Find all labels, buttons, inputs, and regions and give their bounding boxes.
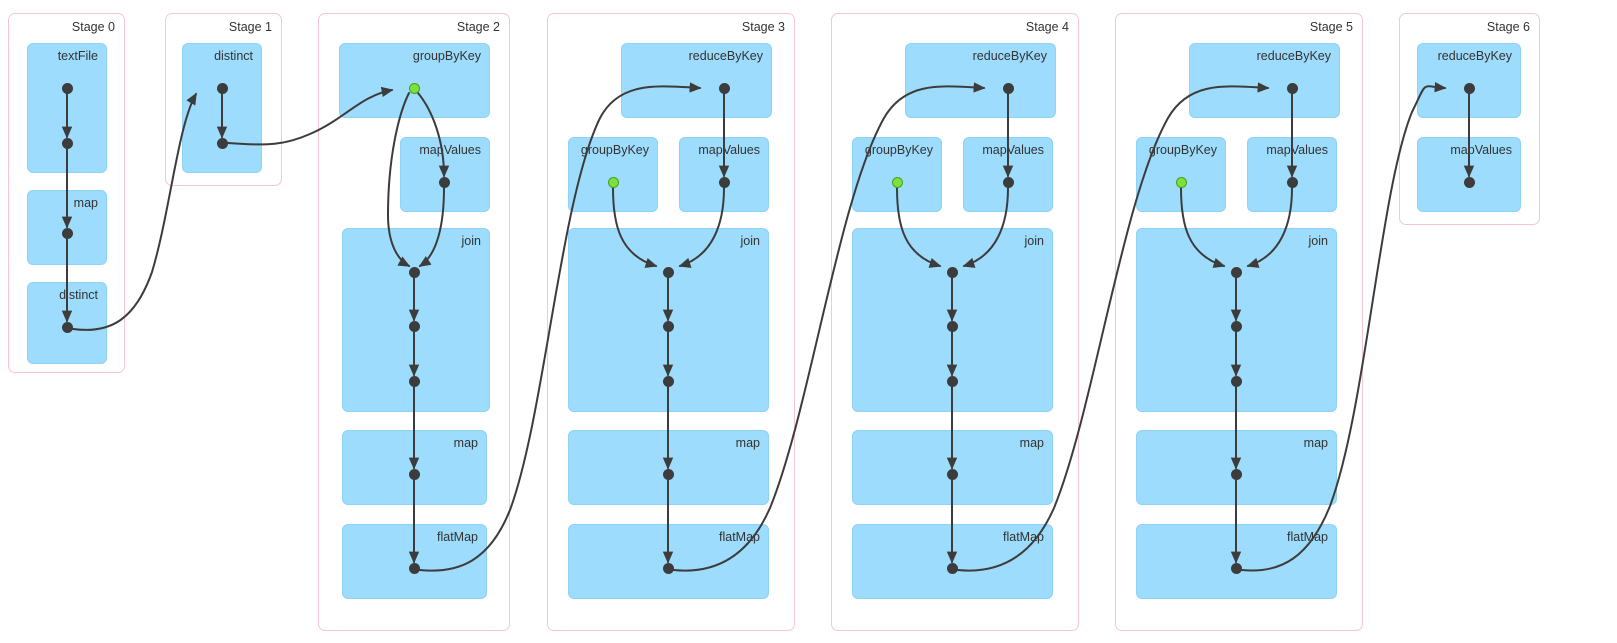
rdd-operation-label: map (73, 196, 98, 210)
rdd-operation-label: groupByKey (412, 49, 481, 63)
rdd-operation-label: distinct (214, 49, 253, 63)
rdd-operation-map[interactable]: map (568, 430, 769, 505)
rdd-node[interactable] (1230, 266, 1242, 278)
rdd-operation-label: distinct (59, 288, 98, 302)
rdd-operation-label: reduceByKey (1437, 49, 1512, 63)
rdd-node[interactable] (946, 320, 958, 332)
rdd-node[interactable] (216, 137, 228, 149)
rdd-operation-label: flatMap (1287, 530, 1328, 544)
rdd-node[interactable] (408, 468, 420, 480)
rdd-operation-label: mapValues (698, 143, 760, 157)
stage-label: Stage 3 (741, 20, 785, 34)
rdd-node[interactable] (438, 176, 450, 188)
rdd-operation-reducebykey[interactable]: reduceByKey (621, 43, 772, 118)
rdd-node[interactable] (1002, 176, 1014, 188)
rdd-operation-label: mapValues (419, 143, 481, 157)
rdd-operation-label: join (740, 234, 760, 248)
rdd-node[interactable] (662, 468, 674, 480)
rdd-node[interactable] (946, 562, 958, 574)
rdd-operation-map[interactable]: map (852, 430, 1053, 505)
rdd-operation-label: reduceByKey (972, 49, 1047, 63)
rdd-node[interactable] (1463, 82, 1475, 94)
rdd-node[interactable] (718, 176, 730, 188)
rdd-node[interactable] (1286, 82, 1298, 94)
rdd-node[interactable] (946, 375, 958, 387)
rdd-operation-reducebykey[interactable]: reduceByKey (1189, 43, 1340, 118)
rdd-operation-label: mapValues (1266, 143, 1328, 157)
stage-label: Stage 2 (456, 20, 500, 34)
rdd-operation-label: groupByKey (1148, 143, 1217, 157)
rdd-operation-mapvalues[interactable]: mapValues (1417, 137, 1521, 212)
rdd-node[interactable] (1463, 176, 1475, 188)
rdd-operation-label: map (453, 436, 478, 450)
rdd-operation-label: map (1303, 436, 1328, 450)
rdd-operation-reducebykey[interactable]: reduceByKey (1417, 43, 1521, 118)
cached-rdd-node[interactable] (607, 176, 619, 188)
rdd-operation-label: mapValues (982, 143, 1044, 157)
rdd-operation-flatmap[interactable]: flatMap (568, 524, 769, 599)
rdd-operation-label: reduceByKey (1256, 49, 1331, 63)
rdd-operation-mapvalues[interactable]: mapValues (963, 137, 1053, 212)
cached-rdd-node[interactable] (1175, 176, 1187, 188)
rdd-node[interactable] (1286, 176, 1298, 188)
rdd-operation-groupbykey[interactable]: groupByKey (1136, 137, 1226, 212)
rdd-node[interactable] (1002, 82, 1014, 94)
rdd-node[interactable] (662, 320, 674, 332)
rdd-operation-mapvalues[interactable]: mapValues (679, 137, 769, 212)
rdd-operation-label: textFile (57, 49, 98, 63)
rdd-operation-distinct[interactable]: distinct (182, 43, 262, 173)
rdd-operation-flatmap[interactable]: flatMap (342, 524, 487, 599)
rdd-operation-groupbykey[interactable]: groupByKey (568, 137, 658, 212)
rdd-operation-reducebykey[interactable]: reduceByKey (905, 43, 1056, 118)
rdd-node[interactable] (61, 227, 73, 239)
cached-rdd-node[interactable] (408, 82, 420, 94)
rdd-operation-label: join (461, 234, 481, 248)
rdd-node[interactable] (408, 562, 420, 574)
rdd-operation-map[interactable]: map (342, 430, 487, 505)
rdd-node[interactable] (61, 82, 73, 94)
rdd-operation-flatmap[interactable]: flatMap (852, 524, 1053, 599)
rdd-node[interactable] (1230, 562, 1242, 574)
rdd-operation-label: flatMap (437, 530, 478, 544)
rdd-operation-mapvalues[interactable]: mapValues (400, 137, 490, 212)
rdd-node[interactable] (61, 321, 73, 333)
rdd-node[interactable] (216, 82, 228, 94)
rdd-operation-flatmap[interactable]: flatMap (1136, 524, 1337, 599)
rdd-node[interactable] (718, 82, 730, 94)
rdd-node[interactable] (662, 266, 674, 278)
rdd-operation-label: flatMap (719, 530, 760, 544)
rdd-node[interactable] (946, 468, 958, 480)
cached-rdd-node[interactable] (891, 176, 903, 188)
rdd-operation-map[interactable]: map (1136, 430, 1337, 505)
stage-label: Stage 1 (228, 20, 272, 34)
rdd-operation-label: join (1024, 234, 1044, 248)
stage-label: Stage 5 (1309, 20, 1353, 34)
rdd-operation-textfile[interactable]: textFile (27, 43, 107, 173)
rdd-operation-label: map (735, 436, 760, 450)
rdd-operation-groupbykey[interactable]: groupByKey (339, 43, 490, 118)
dag-visualization-canvas: Stage 0 textFile map distinct Stage 1 distinc… (0, 0, 1617, 643)
rdd-node[interactable] (408, 320, 420, 332)
rdd-operation-label: join (1308, 234, 1328, 248)
stage-label: Stage 4 (1025, 20, 1069, 34)
rdd-node[interactable] (662, 375, 674, 387)
rdd-node[interactable] (408, 375, 420, 387)
rdd-node[interactable] (946, 266, 958, 278)
stage-label: Stage 6 (1486, 20, 1530, 34)
rdd-node[interactable] (408, 266, 420, 278)
stage-label: Stage 0 (71, 20, 115, 34)
rdd-node[interactable] (1230, 468, 1242, 480)
rdd-operation-mapvalues[interactable]: mapValues (1247, 137, 1337, 212)
rdd-node[interactable] (1230, 375, 1242, 387)
rdd-node[interactable] (61, 137, 73, 149)
rdd-node[interactable] (662, 562, 674, 574)
rdd-operation-label: flatMap (1003, 530, 1044, 544)
rdd-node[interactable] (1230, 320, 1242, 332)
rdd-operation-label: groupByKey (864, 143, 933, 157)
rdd-operation-label: reduceByKey (688, 49, 763, 63)
rdd-operation-label: groupByKey (580, 143, 649, 157)
rdd-operation-groupbykey[interactable]: groupByKey (852, 137, 942, 212)
rdd-operation-label: map (1019, 436, 1044, 450)
rdd-operation-label: mapValues (1450, 143, 1512, 157)
